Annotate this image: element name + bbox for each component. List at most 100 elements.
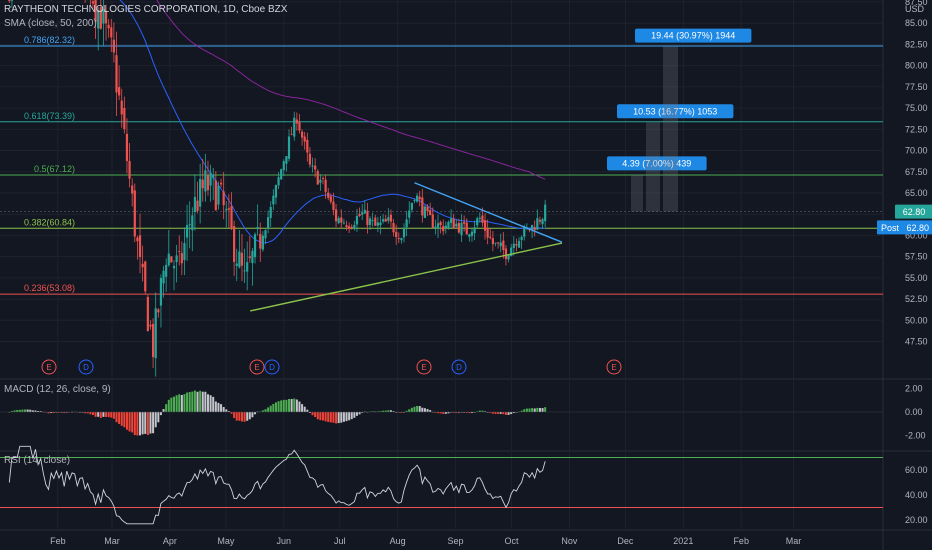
- time-tick-label: Jul: [334, 536, 346, 546]
- candle-body: [395, 231, 398, 238]
- candle-body: [434, 226, 437, 229]
- macd-histogram-bar: [217, 402, 220, 412]
- macd-histogram-bar: [209, 395, 212, 412]
- time-tick-label: Mar: [104, 536, 120, 546]
- macd-histogram-bar: [533, 408, 536, 412]
- macd-histogram-bar: [118, 412, 121, 424]
- candle-body: [188, 224, 191, 226]
- macd-histogram-bar: [319, 412, 322, 421]
- macd-histogram-bar: [337, 412, 340, 424]
- fib-level-label: 0.5(67.12): [34, 164, 75, 174]
- macd-histogram-bar: [314, 412, 317, 418]
- candle-body: [259, 233, 262, 249]
- candle-body: [499, 242, 502, 247]
- candle-body: [408, 210, 411, 218]
- candle-body: [361, 212, 364, 215]
- rsi-tick-label: 20.00: [905, 515, 928, 525]
- macd-histogram-bar: [442, 412, 445, 415]
- macd-histogram-bar: [298, 401, 301, 412]
- candle-body: [267, 217, 270, 229]
- macd-histogram-bar: [254, 412, 257, 415]
- candle-body: [431, 214, 434, 228]
- chart-canvas[interactable]: 0.786(82.32) 0.618(73.39) 0.5(67.12) 0.382(…: [0, 0, 932, 550]
- macd-histogram-bar: [91, 412, 94, 416]
- candle-body: [308, 153, 312, 165]
- macd-legend[interactable]: MACD (12, 26, close, 9): [4, 384, 111, 395]
- candle-body: [316, 171, 319, 185]
- candle-body: [125, 133, 129, 162]
- fib-level-label: 0.382(60.84): [24, 217, 75, 227]
- macd-histogram-bar: [507, 412, 510, 415]
- candle-body: [489, 236, 492, 238]
- macd-histogram-bar: [89, 412, 92, 415]
- candle-body: [162, 270, 165, 284]
- macd-histogram-bar: [269, 405, 272, 412]
- macd-histogram-bar: [146, 412, 149, 436]
- rsi-legend[interactable]: RSI (14, close): [4, 455, 70, 466]
- macd-histogram-bar: [342, 412, 345, 422]
- macd-histogram-bar: [525, 408, 528, 412]
- fib-level-label: 0.786(82.32): [24, 35, 75, 45]
- macd-histogram-bar: [225, 409, 228, 412]
- macd-histogram-bar: [355, 412, 358, 416]
- candle-body: [405, 219, 408, 228]
- time-tick-label: Apr: [163, 536, 177, 546]
- candle-body: [141, 263, 144, 268]
- macd-histogram-bar: [99, 412, 102, 418]
- target-range: [663, 46, 678, 212]
- candle-body: [112, 39, 115, 53]
- candle-body: [457, 222, 461, 233]
- candle-body: [332, 201, 335, 210]
- candle-body: [219, 182, 223, 185]
- candle-body: [110, 27, 113, 38]
- macd-histogram-bar: [94, 412, 97, 417]
- candle-body: [470, 231, 474, 236]
- time-tick-label: Dec: [617, 536, 634, 546]
- candle-body: [212, 175, 215, 179]
- event-marker-label: D: [269, 363, 275, 372]
- candle-body: [165, 264, 168, 277]
- candle-body: [324, 179, 327, 192]
- symbol-legend[interactable]: RAYTHEON TECHNOLOGIES CORPORATION, 1D, C…: [4, 4, 287, 15]
- time-tick-label: Sep: [448, 536, 464, 546]
- price-tick-label: 70.00: [905, 146, 928, 156]
- candle-body: [178, 251, 181, 252]
- candle-body: [337, 218, 340, 224]
- target-label: 19.44 (30.97%) 1944: [651, 31, 735, 41]
- macd-histogram-bar: [321, 412, 324, 421]
- candle-body: [374, 217, 377, 226]
- candle-body: [201, 179, 204, 189]
- macd-histogram-bar: [523, 409, 526, 412]
- rsi-title: RSI (14, close): [4, 455, 71, 466]
- candle-body: [439, 222, 442, 226]
- candle-body: [358, 213, 361, 216]
- macd-histogram-bar: [157, 412, 160, 423]
- candle-body: [306, 139, 309, 153]
- event-marker-label: D: [83, 363, 89, 372]
- candle-body: [486, 228, 489, 238]
- candle-body: [222, 191, 225, 206]
- macd-histogram-bar: [358, 412, 361, 415]
- macd-histogram-bar: [410, 407, 413, 412]
- macd-histogram-bar: [290, 399, 293, 412]
- candle-body: [128, 160, 131, 179]
- candle-body: [183, 243, 186, 261]
- candle-body: [544, 204, 547, 222]
- macd-histogram-bar: [152, 412, 155, 434]
- macd-histogram-bar: [531, 408, 534, 412]
- candle-body: [536, 218, 539, 230]
- macd-histogram-bar: [536, 407, 539, 412]
- macd-histogram-bar: [222, 407, 225, 412]
- candle-body: [413, 200, 416, 201]
- macd-histogram-bar: [282, 399, 285, 412]
- sma-legend[interactable]: SMA (close, 50, 200): [4, 18, 97, 29]
- macd-histogram-bar: [123, 412, 126, 428]
- candle-body: [460, 222, 463, 236]
- candle-body: [120, 100, 123, 115]
- macd-histogram-bar: [408, 409, 411, 412]
- macd-histogram-bar: [201, 391, 204, 412]
- candle-body: [209, 172, 212, 186]
- macd-histogram-bar: [188, 392, 191, 412]
- candle-body: [468, 234, 471, 237]
- price-tick-label: 80.00: [905, 61, 928, 71]
